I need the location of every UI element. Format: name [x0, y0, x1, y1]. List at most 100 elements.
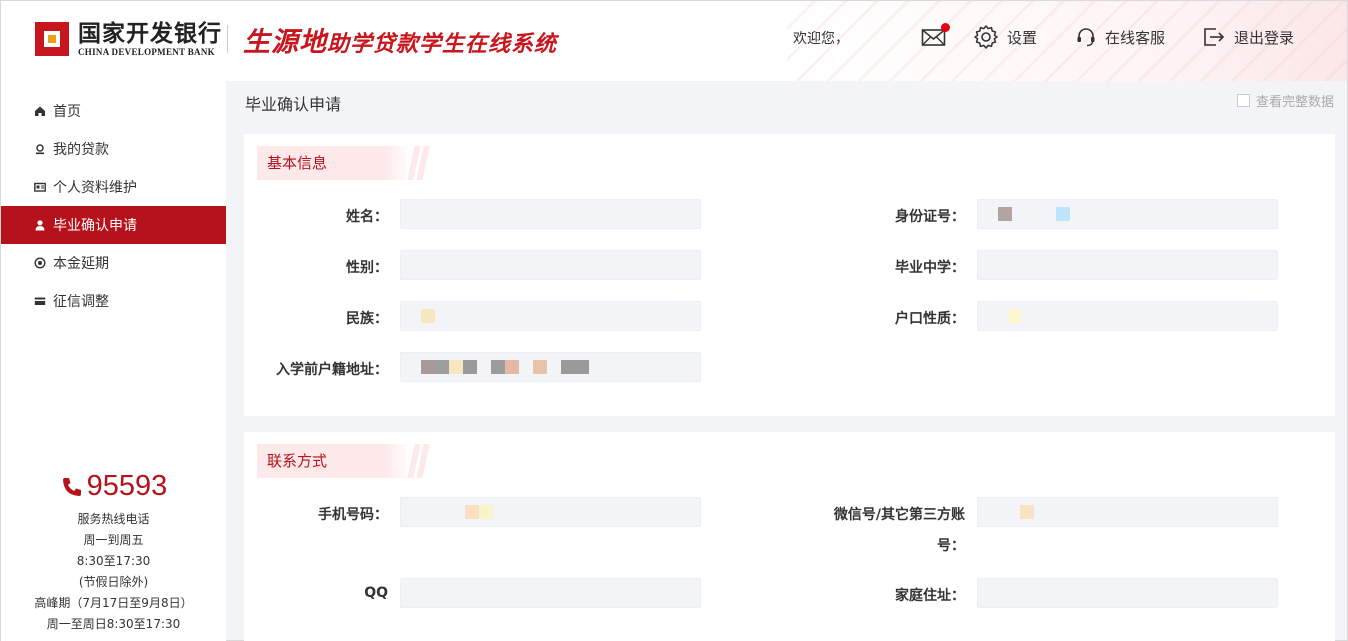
gear-icon: [974, 25, 998, 49]
wechat-field[interactable]: [977, 497, 1278, 527]
page-title: 毕业确认申请: [245, 95, 342, 114]
sidebar-menu: 首页 我的贷款 个人资料维护 毕业确认申请 本金延期 征信调整: [1, 92, 226, 320]
sidebar-item-label: 本金延期: [53, 256, 109, 272]
hotline-line: 高峰期（7月17日至9月8日）: [34, 596, 193, 610]
headset-icon: [1077, 28, 1095, 47]
redacted-value: [465, 505, 479, 519]
hotline-number: 95593: [1, 470, 226, 503]
home-icon: [34, 105, 46, 117]
ethnicity-label: 民族：: [346, 311, 388, 327]
contact-info-card: 联系方式 手机号码： 微信号/其它第三方账 号： QQ 家庭住址：: [244, 432, 1335, 641]
address-label: 入学前户籍地址：: [276, 362, 388, 378]
redacted-value: [1056, 207, 1070, 221]
id-number-label: 身份证号：: [895, 209, 965, 225]
home-address-label: 家庭住址：: [895, 588, 965, 604]
bank-name-en: CHINA DEVELOPMENT BANK: [78, 47, 215, 57]
redacted-value: [505, 360, 519, 374]
redacted-value: [479, 505, 493, 519]
sidebar-item-label: 毕业确认申请: [53, 218, 137, 234]
hukou-type-label: 户口性质：: [895, 311, 965, 327]
logout-button[interactable]: 退出登录: [1202, 23, 1294, 51]
hukou-type-field[interactable]: [977, 301, 1278, 331]
section-title-contact: 联系方式: [257, 444, 407, 478]
hotline-line: 服务热线电话: [77, 512, 150, 526]
gender-field[interactable]: [400, 250, 701, 280]
gender-label: 性别：: [346, 260, 388, 276]
service-label: 在线客服: [1105, 28, 1166, 47]
qq-label: QQ: [364, 585, 388, 601]
logout-label: 退出登录: [1234, 28, 1295, 47]
hotline-line: 周一至周日8:30至17:30: [46, 617, 181, 631]
redacted-value: [491, 360, 505, 374]
sidebar-item-label: 个人资料维护: [53, 180, 137, 196]
wechat-label-line1: 微信号/其它第三方账: [833, 507, 965, 523]
ethnicity-field[interactable]: [400, 301, 701, 331]
name-field[interactable]: [400, 199, 701, 229]
redacted-value: [561, 360, 589, 374]
wechat-label-second-line: 号：: [815, 535, 965, 555]
settings-button[interactable]: 设置: [973, 23, 1037, 51]
home-address-field[interactable]: [977, 578, 1278, 608]
sidebar-item-graduation[interactable]: 毕业确认申请: [1, 206, 226, 244]
sidebar-item-profile[interactable]: 个人资料维护: [1, 168, 226, 206]
settings-label: 设置: [1007, 28, 1038, 47]
view-all-checkbox[interactable]: [1236, 94, 1250, 107]
loan-icon: [34, 143, 46, 155]
system-title-rest: 助学贷款学生在线系统: [327, 32, 558, 57]
id-number-field[interactable]: [977, 199, 1278, 229]
name-label: 姓名：: [346, 209, 388, 225]
message-button[interactable]: [921, 23, 955, 51]
bank-logo[interactable]: 国家开发银行 CHINA DEVELOPMENT BANK: [35, 21, 222, 57]
redacted-value: [1008, 309, 1022, 323]
redacted-value: [421, 360, 435, 374]
logout-icon: [1204, 28, 1225, 46]
basic-info-card: 基本信息 姓名： 身份证号： 性别： 毕业中学： 民族： 户口性质： 入学前户籍…: [244, 134, 1335, 416]
address-field[interactable]: [400, 352, 701, 382]
hotline-panel: 95593 服务热线电话 周一到周五 8:30至17:30 (节假日除外) 高峰…: [1, 470, 226, 635]
redacted-value: [449, 360, 463, 374]
system-title-big: 生源地: [243, 27, 327, 58]
qq-field[interactable]: [400, 578, 701, 608]
sidebar-item-label: 征信调整: [53, 294, 109, 310]
sidebar-item-label: 我的贷款: [53, 142, 109, 158]
redacted-value: [533, 360, 547, 374]
at-icon: [34, 257, 46, 269]
sidebar-item-home[interactable]: 首页: [1, 92, 226, 130]
sidebar-item-label: 首页: [53, 104, 81, 120]
hotline-line: 周一到周五: [83, 533, 144, 547]
card-icon: [34, 295, 46, 307]
id-card-icon: [34, 181, 46, 193]
section-title-basic: 基本信息: [257, 146, 407, 180]
sidebar-item-credit-adjustment[interactable]: 征信调整: [1, 282, 226, 320]
online-service-button[interactable]: 在线客服: [1075, 23, 1165, 51]
hotline-line: 8:30至17:30: [76, 554, 151, 568]
phone-label: 手机号码：: [318, 507, 388, 523]
redacted-value: [435, 360, 449, 374]
sidebar: 首页 我的贷款 个人资料维护 毕业确认申请 本金延期 征信调整 95593 服务…: [1, 81, 226, 641]
wechat-label-line2: 号：: [937, 538, 965, 554]
logo-divider: [227, 25, 228, 53]
unread-dot: [941, 23, 950, 32]
redacted-value: [1020, 505, 1034, 519]
hotline-number-text: 95593: [86, 470, 168, 502]
view-all-toggle[interactable]: 查看完整数据: [1236, 91, 1334, 110]
redacted-value: [421, 309, 435, 323]
sidebar-item-my-loan[interactable]: 我的贷款: [1, 130, 226, 168]
main-content: 毕业确认申请 查看完整数据 基本信息 姓名： 身份证号： 性别： 毕业中学： 民…: [226, 81, 1347, 641]
welcome-text: 欢迎您，: [793, 31, 849, 47]
hotline-line: (节假日除外): [78, 575, 149, 589]
sidebar-item-principal-deferral[interactable]: 本金延期: [1, 244, 226, 282]
redacted-value: [463, 360, 477, 374]
system-title: 生源地助学贷款学生在线系统: [243, 20, 557, 59]
bank-logo-icon: [35, 22, 69, 56]
top-header: 国家开发银行 CHINA DEVELOPMENT BANK 生源地助学贷款学生在…: [1, 1, 1347, 81]
high-school-field[interactable]: [977, 250, 1278, 280]
view-all-label: 查看完整数据: [1255, 95, 1334, 110]
wechat-label: 微信号/其它第三方账: [815, 504, 965, 524]
bank-name-cn: 国家开发银行: [78, 20, 222, 47]
phone-icon: [62, 477, 81, 496]
phone-field[interactable]: [400, 497, 701, 527]
user-icon: [34, 219, 46, 231]
high-school-label: 毕业中学：: [895, 260, 965, 276]
redacted-value: [998, 207, 1012, 221]
